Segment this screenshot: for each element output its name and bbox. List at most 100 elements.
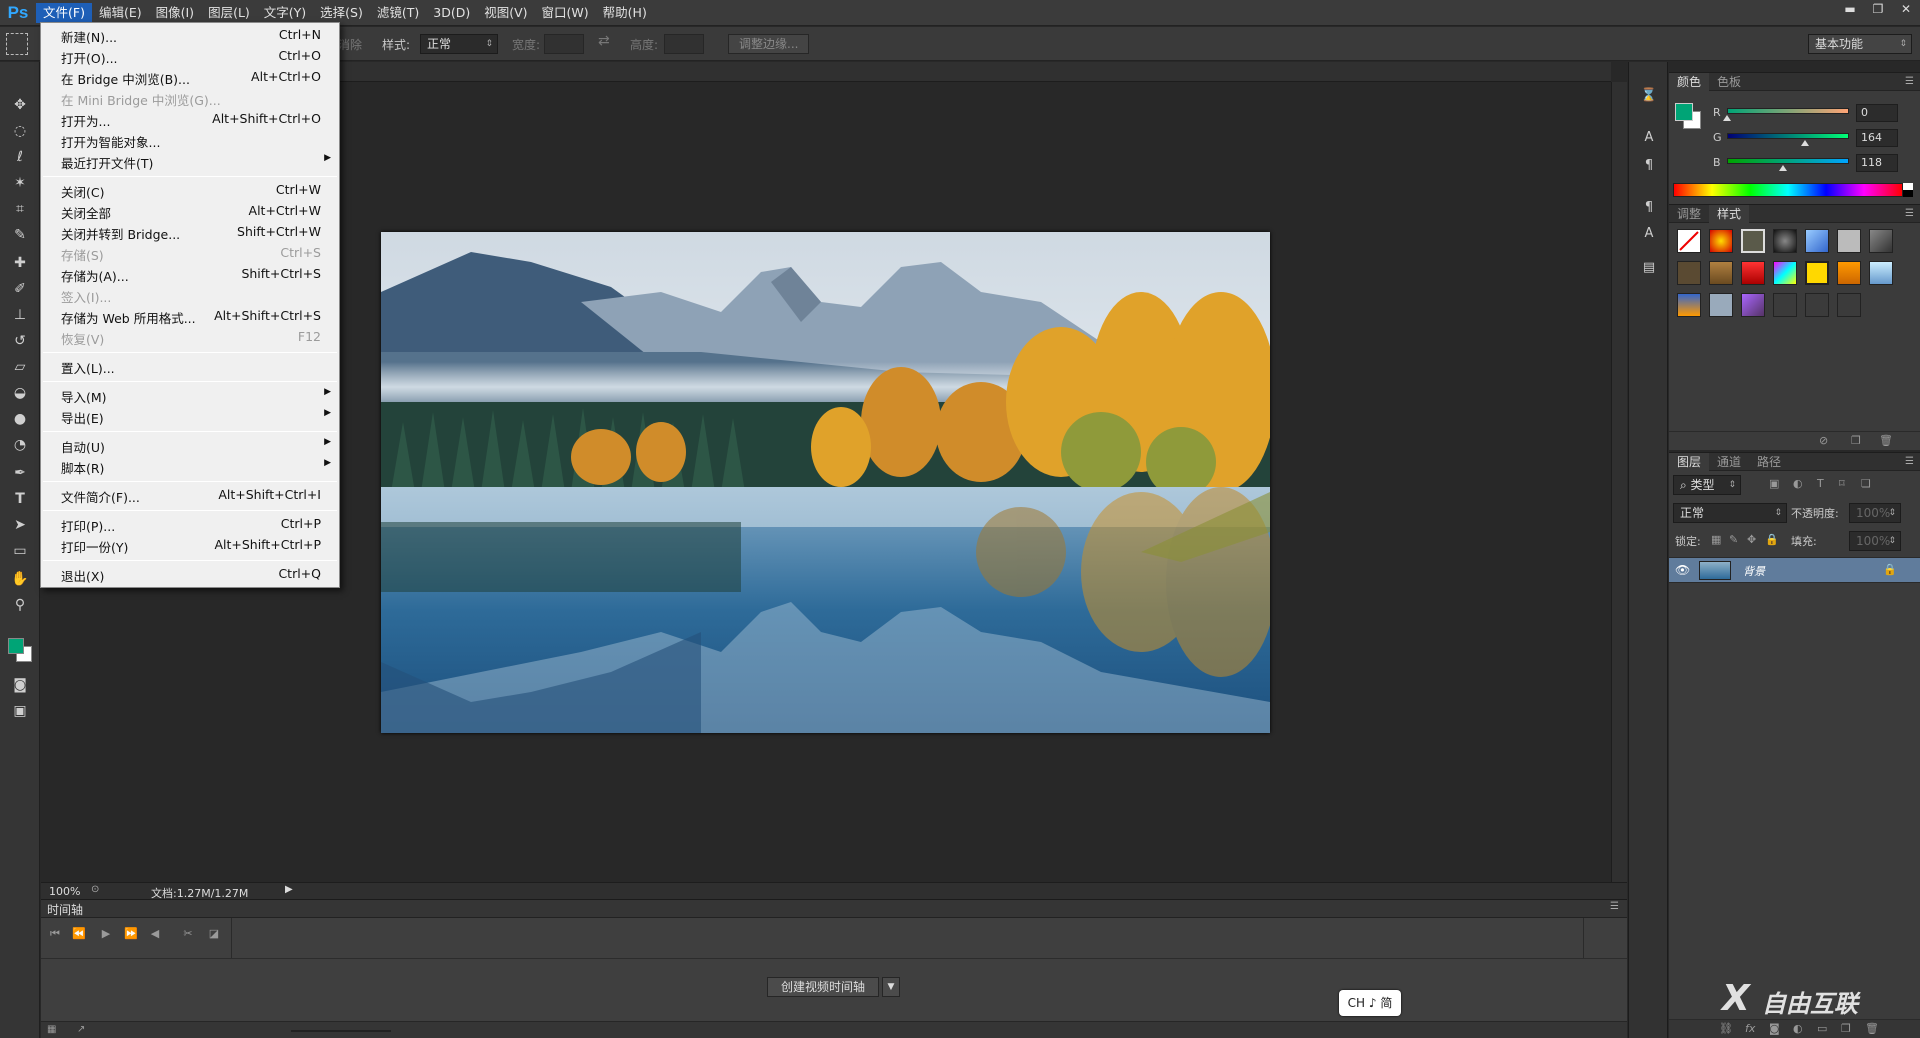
- menu-layer[interactable]: 图层(L): [201, 3, 257, 23]
- foreground-color-swatch[interactable]: [8, 638, 24, 654]
- healing-brush-icon[interactable]: ✚: [8, 252, 32, 274]
- channel-g-value[interactable]: 164: [1856, 129, 1898, 147]
- delete-style-icon[interactable]: 🗑: [1879, 434, 1893, 447]
- properties-icon[interactable]: ▤: [1639, 258, 1659, 278]
- audio-icon[interactable]: ◀: [145, 924, 165, 944]
- menu-3d[interactable]: 3D(D): [426, 3, 477, 23]
- ime-indicator[interactable]: CH ♪ 简: [1339, 990, 1401, 1016]
- eye-icon[interactable]: 👁: [1675, 563, 1690, 577]
- style-swatch[interactable]: [1837, 293, 1861, 317]
- menu-type[interactable]: 文字(Y): [257, 3, 313, 23]
- menu-edit[interactable]: 编辑(E): [92, 3, 149, 23]
- layer-name[interactable]: 背景: [1743, 563, 1765, 579]
- grid-icon[interactable]: ▦: [47, 1024, 56, 1035]
- eyedropper-tool-icon[interactable]: ✎: [8, 224, 32, 246]
- filter-pixel-icon[interactable]: ▣: [1769, 477, 1779, 490]
- channel-r-thumb[interactable]: [1723, 115, 1731, 121]
- zoom-tool-icon[interactable]: ⚲: [8, 594, 32, 616]
- channel-r-slider[interactable]: [1727, 108, 1849, 114]
- filter-shape-icon[interactable]: ⌑: [1839, 477, 1845, 490]
- history-brush-icon[interactable]: ↺: [8, 330, 32, 352]
- timeline-mode-dropdown[interactable]: ▼: [882, 977, 900, 997]
- style-swatch[interactable]: [1869, 261, 1893, 285]
- tab-styles[interactable]: 样式: [1709, 204, 1750, 223]
- channel-g-slider[interactable]: [1727, 133, 1849, 139]
- file-menu-item[interactable]: 脚本(R) ▶: [41, 456, 339, 476]
- next-frame-icon[interactable]: ⏩: [121, 924, 141, 944]
- clear-style-icon[interactable]: ⊘: [1819, 434, 1828, 447]
- file-menu-item[interactable]: 退出(X) Ctrl+Q: [41, 564, 339, 584]
- menu-image[interactable]: 图像(I): [149, 3, 201, 23]
- filter-adjustment-icon[interactable]: ◐: [1793, 477, 1803, 490]
- layer-filter-select[interactable]: ⌕ 类型: [1673, 475, 1741, 495]
- style-swatch[interactable]: [1677, 293, 1701, 317]
- lock-image-icon[interactable]: ✎: [1729, 533, 1738, 546]
- marquee-tool-icon[interactable]: ◌: [8, 120, 32, 142]
- move-tool-icon[interactable]: ✥: [8, 94, 32, 116]
- dodge-tool-icon[interactable]: ◔: [8, 434, 32, 456]
- file-menu-item[interactable]: 打开为... Alt+Shift+Ctrl+O: [41, 109, 339, 129]
- style-swatch[interactable]: [1773, 261, 1797, 285]
- style-swatch[interactable]: [1869, 229, 1893, 253]
- style-swatch[interactable]: [1805, 261, 1829, 285]
- channel-g-thumb[interactable]: [1801, 140, 1810, 146]
- swap-icon[interactable]: ⇄: [598, 33, 610, 49]
- style-swatch[interactable]: [1773, 293, 1797, 317]
- zoom-level[interactable]: 100%: [49, 885, 80, 898]
- menu-filter[interactable]: 滤镜(T): [370, 3, 426, 23]
- tab-adjustments[interactable]: 调整: [1669, 205, 1709, 223]
- tab-channels[interactable]: 通道: [1709, 453, 1749, 471]
- tab-layers[interactable]: 图层: [1669, 452, 1710, 471]
- crop-tool-icon[interactable]: ⌗: [8, 198, 32, 220]
- previous-frame-icon[interactable]: ⏪: [69, 924, 89, 944]
- lock-position-icon[interactable]: ✥: [1747, 533, 1756, 546]
- quick-mask-icon[interactable]: ◙: [8, 674, 32, 696]
- vertical-scrollbar[interactable]: [1611, 82, 1627, 882]
- color-spectrum-bar[interactable]: [1673, 183, 1903, 197]
- play-icon[interactable]: ▶: [96, 924, 116, 944]
- fill-input[interactable]: 100%: [1849, 531, 1901, 551]
- filter-smart-object-icon[interactable]: ❏: [1861, 477, 1871, 490]
- style-swatch[interactable]: [1741, 261, 1765, 285]
- channel-b-slider[interactable]: [1727, 158, 1849, 164]
- pen-tool-icon[interactable]: ✒: [8, 462, 32, 484]
- blur-tool-icon[interactable]: ●: [8, 408, 32, 430]
- style-swatch[interactable]: [1677, 229, 1701, 253]
- filter-type-icon[interactable]: T: [1817, 477, 1824, 490]
- brush-tool-icon[interactable]: ✐: [8, 278, 32, 300]
- channel-b-value[interactable]: 118: [1856, 154, 1898, 172]
- lasso-tool-icon[interactable]: ℓ: [8, 146, 32, 168]
- file-menu-item[interactable]: 新建(N)... Ctrl+N: [41, 25, 339, 45]
- style-swatch[interactable]: [1709, 293, 1733, 317]
- lock-all-icon[interactable]: 🔒: [1765, 533, 1779, 546]
- style-swatch[interactable]: [1709, 229, 1733, 253]
- file-menu-item[interactable]: 文件简介(F)... Alt+Shift+Ctrl+I: [41, 485, 339, 505]
- status-menu-arrow-icon[interactable]: ▶: [285, 884, 293, 895]
- first-frame-icon[interactable]: ⏮: [45, 924, 65, 944]
- file-menu-item[interactable]: 打开为智能对象...: [41, 130, 339, 150]
- file-menu-item[interactable]: 关闭(C) Ctrl+W: [41, 180, 339, 200]
- file-menu-item[interactable]: 导出(E) ▶: [41, 406, 339, 426]
- history-icon[interactable]: ⌛: [1639, 86, 1659, 106]
- panel-menu-icon[interactable]: ☰: [1905, 208, 1914, 219]
- width-input[interactable]: [544, 34, 584, 54]
- panel-menu-icon[interactable]: ☰: [1905, 456, 1914, 467]
- menu-file[interactable]: 文件(F): [36, 2, 92, 23]
- file-menu-item[interactable]: 打印一份(Y) Alt+Shift+Ctrl+P: [41, 535, 339, 555]
- zoom-options-icon[interactable]: ⊙: [91, 884, 99, 895]
- file-menu-item[interactable]: 存储为(A)... Shift+Ctrl+S: [41, 264, 339, 284]
- style-swatch[interactable]: [1805, 229, 1829, 253]
- style-select[interactable]: 正常: [420, 34, 498, 54]
- paragraph-styles-icon[interactable]: ¶: [1639, 198, 1659, 218]
- file-menu-item[interactable]: 导入(M) ▶: [41, 385, 339, 405]
- blend-mode-select[interactable]: 正常: [1673, 503, 1787, 523]
- paragraph-icon[interactable]: ¶: [1639, 156, 1659, 176]
- style-swatch[interactable]: [1837, 261, 1861, 285]
- zoom-slider[interactable]: [291, 1030, 391, 1032]
- transition-icon[interactable]: ◪: [204, 924, 224, 944]
- split-scissors-icon[interactable]: ✂: [178, 924, 198, 944]
- rect-marquee-icon[interactable]: [6, 33, 28, 55]
- character-icon[interactable]: A: [1639, 128, 1659, 148]
- minimize-button[interactable]: ▬: [1836, 0, 1864, 18]
- lock-transparent-icon[interactable]: ▦: [1711, 533, 1721, 546]
